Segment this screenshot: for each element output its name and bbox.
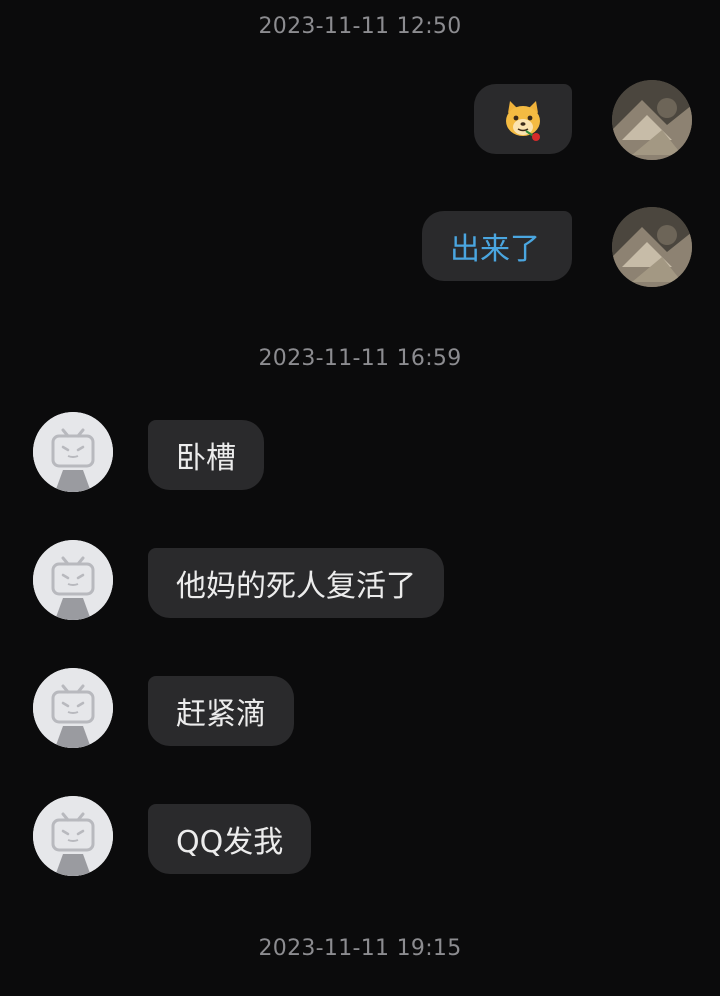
user-avatar[interactable] (612, 80, 692, 160)
contact-avatar[interactable] (33, 668, 113, 748)
message-text: 赶紧滴 (176, 697, 266, 732)
dog-emoji-with-rose-icon (502, 97, 544, 141)
timestamp: 2023-11-11 12:50 (258, 14, 462, 39)
contact-avatar[interactable] (33, 540, 113, 620)
message-bubble-incoming[interactable]: QQ发我 (148, 804, 312, 874)
message-text: 他妈的死人复活了 (176, 569, 416, 604)
contact-avatar[interactable] (33, 796, 113, 876)
timestamp: 2023-11-11 19:15 (258, 936, 462, 961)
bilibili-tv-icon (33, 668, 113, 748)
message-bubble-outgoing[interactable] (474, 84, 572, 154)
bilibili-tv-icon (33, 540, 113, 620)
message-bubble-incoming[interactable]: 他妈的死人复活了 (148, 548, 444, 618)
user-avatar[interactable] (612, 207, 692, 287)
message-bubble-incoming[interactable]: 卧槽 (148, 420, 264, 490)
bilibili-tv-icon (33, 796, 113, 876)
message-text: QQ发我 (176, 825, 284, 860)
timestamp: 2023-11-11 16:59 (258, 346, 462, 371)
message-bubble-outgoing[interactable]: 出来了 (422, 211, 572, 281)
message-bubble-incoming[interactable]: 赶紧滴 (148, 676, 294, 746)
message-text: 出来了 (450, 232, 540, 267)
message-text: 卧槽 (176, 441, 236, 476)
contact-avatar[interactable] (33, 412, 113, 492)
bilibili-tv-icon (33, 412, 113, 492)
